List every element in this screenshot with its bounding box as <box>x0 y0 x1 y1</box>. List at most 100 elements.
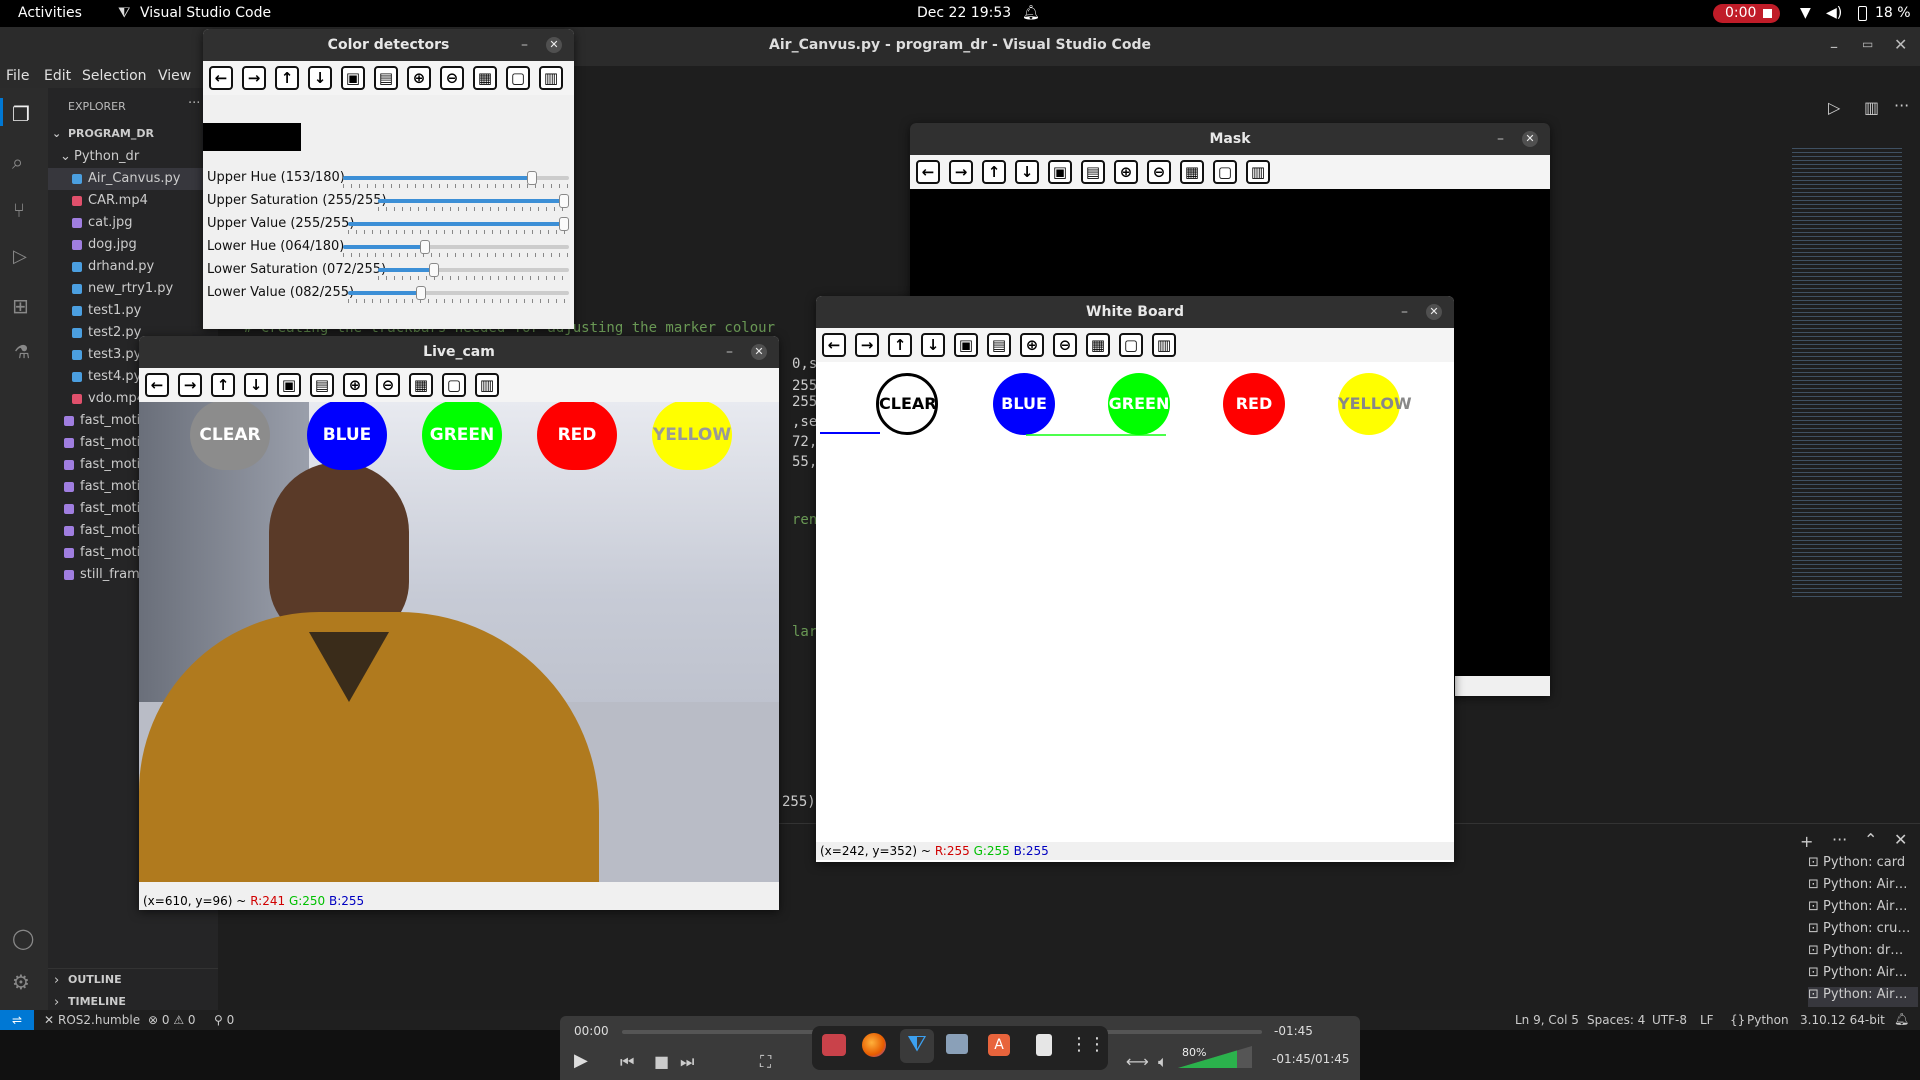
color-detectors-title-bar[interactable]: Color detectors – ✕ <box>203 29 574 61</box>
next-icon[interactable]: ⏭ <box>680 1052 694 1072</box>
screenshot-app-icon[interactable] <box>822 1034 846 1056</box>
properties-icon[interactable]: ▥ <box>539 66 563 90</box>
cursor-position[interactable]: Ln 9, Col 5 <box>1515 1013 1579 1027</box>
minimize-icon[interactable]: – <box>1401 296 1408 328</box>
maximize-icon[interactable]: ▭ <box>1862 37 1873 51</box>
clock[interactable]: Dec 22 19:53 <box>917 5 1011 21</box>
terminal-tab[interactable]: ⊡ Python: Air… <box>1808 965 1918 985</box>
testing-icon[interactable]: ⚗ <box>14 342 30 363</box>
minimize-icon[interactable]: – <box>1830 37 1838 56</box>
settings-gear-icon[interactable]: ⚙ <box>12 970 30 994</box>
terminal-tab[interactable]: ⊡ Python: Air… <box>1808 877 1918 897</box>
whiteboard-window[interactable]: White Board – ✕ ← → ↑ ↓ ▣ ▤ ⊕ ⊖ ▦ ▢ ▥ CLEAR BLUE GRE… <box>816 296 1454 862</box>
zoom-original-icon[interactable]: ▤ <box>374 66 398 90</box>
menu-file[interactable]: File <box>6 68 29 84</box>
trackbar-handle[interactable] <box>526 171 537 185</box>
trackbar-slider[interactable] <box>348 217 569 231</box>
ports-count[interactable]: ⚲ 0 <box>214 1013 234 1027</box>
file-item[interactable]: new_rtry1.py <box>48 278 218 300</box>
firefox-icon[interactable] <box>862 1033 886 1057</box>
line-ending[interactable]: LF <box>1700 1013 1714 1027</box>
software-center-icon[interactable]: A <box>988 1034 1010 1056</box>
trackbar-handle[interactable] <box>415 286 426 300</box>
whiteboard-title-bar[interactable]: White Board – ✕ <box>816 296 1454 328</box>
wb-green-button[interactable]: GREEN <box>1108 373 1170 435</box>
arrow-left-icon[interactable]: ← <box>145 373 169 397</box>
arrow-up-icon[interactable]: ↑ <box>211 373 235 397</box>
activities-button[interactable]: Activities <box>18 5 82 21</box>
livecam-video-feed[interactable]: CLEAR BLUE GREEN RED YELLOW <box>139 402 779 882</box>
vscode-dock-icon[interactable]: ⧨ <box>900 1029 934 1063</box>
project-folder[interactable]: ⌄ PROGRAM_DR <box>48 124 218 146</box>
wb-yellow-button[interactable]: YELLOW <box>1338 373 1412 435</box>
close-icon[interactable]: ✕ <box>751 344 767 360</box>
show-apps-grid-icon[interactable]: ⋮⋮ <box>1070 1034 1106 1055</box>
minimize-icon[interactable]: – <box>521 29 528 61</box>
fullscreen-icon[interactable]: ⛶ <box>760 1052 771 1072</box>
terminal-tab[interactable]: ⊡ Python: cru… <box>1808 921 1918 941</box>
file-item[interactable]: cat.jpg <box>48 212 218 234</box>
color-detectors-window[interactable]: Color detectors – ✕ ← → ↑ ↓ ▣ ▤ ⊕ ⊖ ▦ ▢ ▥ Upper Hue … <box>203 29 574 329</box>
file-item[interactable]: test1.py <box>48 300 218 322</box>
livecam-window[interactable]: Live_cam – ✕ ← → ↑ ↓ ▣ ▤ ⊕ ⊖ ▦ ▢ ▥ CLEAR BLUE GREEN … <box>139 336 779 910</box>
cam-red-button[interactable]: RED <box>537 402 617 470</box>
zoom-original-icon[interactable]: ▤ <box>1081 160 1105 184</box>
outline-section[interactable]: › OUTLINE <box>48 970 218 992</box>
panel-more-icon[interactable]: ··· <box>1832 830 1847 849</box>
close-icon[interactable]: ✕ <box>546 37 562 53</box>
close-icon[interactable]: ✕ <box>1426 304 1442 320</box>
language-mode[interactable]: Python <box>1747 1013 1789 1027</box>
encoding[interactable]: UTF-8 <box>1652 1013 1687 1027</box>
editor-more-icon[interactable]: ··· <box>1894 96 1909 115</box>
account-icon[interactable]: ◯ <box>12 926 34 950</box>
menu-view[interactable]: View <box>158 68 191 84</box>
zoom-in-icon[interactable]: ⊕ <box>407 66 431 90</box>
split-editor-icon[interactable]: ▥ <box>1864 98 1879 117</box>
arrow-up-icon[interactable]: ↑ <box>888 333 912 357</box>
trackbar-slider[interactable] <box>343 240 569 254</box>
trackbar-handle[interactable] <box>559 217 569 231</box>
file-item[interactable]: dog.jpg <box>48 234 218 256</box>
wb-blue-button[interactable]: BLUE <box>993 373 1055 435</box>
arrow-down-icon[interactable]: ↓ <box>1015 160 1039 184</box>
zoom-out-icon[interactable]: ⊖ <box>376 373 400 397</box>
menu-edit[interactable]: Edit <box>44 68 71 84</box>
save-icon[interactable]: ▦ <box>1086 333 1110 357</box>
terminal-tab[interactable]: ⊡ Python: Air… <box>1808 899 1918 919</box>
previous-icon[interactable]: ⏮ <box>620 1052 634 1072</box>
properties-icon[interactable]: ▥ <box>475 373 499 397</box>
livecam-title-bar[interactable]: Live_cam – ✕ <box>139 336 779 368</box>
search-icon[interactable]: ⌕ <box>12 150 23 174</box>
cam-yellow-button[interactable]: YELLOW <box>652 402 732 470</box>
trackbar-handle[interactable] <box>429 263 440 277</box>
zoom-original-icon[interactable]: ▤ <box>987 333 1011 357</box>
python-interpreter[interactable]: 3.10.12 64-bit <box>1800 1013 1885 1027</box>
save-icon[interactable]: ▦ <box>409 373 433 397</box>
files-app-icon[interactable] <box>946 1034 968 1054</box>
zoom-fit-icon[interactable]: ▣ <box>954 333 978 357</box>
zoom-out-icon[interactable]: ⊖ <box>1147 160 1171 184</box>
arrow-right-icon[interactable]: → <box>855 333 879 357</box>
terminal-tab[interactable]: ⊡ Python: card <box>1808 855 1918 875</box>
zoom-in-icon[interactable]: ⊕ <box>1114 160 1138 184</box>
zoom-out-icon[interactable]: ⊖ <box>440 66 464 90</box>
remote-name[interactable]: ROS2.humble <box>58 1013 140 1027</box>
arrow-up-icon[interactable]: ↑ <box>982 160 1006 184</box>
save-icon[interactable]: ▦ <box>1180 160 1204 184</box>
source-control-icon[interactable]: ⑂ <box>13 198 25 222</box>
trackbar-handle[interactable] <box>419 240 430 254</box>
cam-blue-button[interactable]: BLUE <box>307 402 387 470</box>
properties-icon[interactable]: ▥ <box>1246 160 1270 184</box>
maximize-panel-icon[interactable]: ⌃ <box>1864 830 1877 849</box>
extensions-icon[interactable]: ⊞ <box>12 294 29 318</box>
stop-icon[interactable]: ■ <box>654 1052 669 1071</box>
minimize-icon[interactable]: – <box>726 336 733 368</box>
notifications-bell-icon[interactable]: 🔔︎ <box>1894 1012 1909 1026</box>
copy-icon[interactable]: ▢ <box>506 66 530 90</box>
terminal-tab[interactable]: ⊡ Python: dr… <box>1808 943 1918 963</box>
folder-python-dr[interactable]: ⌄ Python_dr <box>48 146 218 168</box>
speaker-icon[interactable]: 🔈︎ <box>1158 1052 1168 1072</box>
arrow-right-icon[interactable]: → <box>178 373 202 397</box>
problems-count[interactable]: ⊗ 0 ⚠ 0 <box>148 1013 196 1027</box>
trash-icon[interactable] <box>1036 1034 1052 1056</box>
